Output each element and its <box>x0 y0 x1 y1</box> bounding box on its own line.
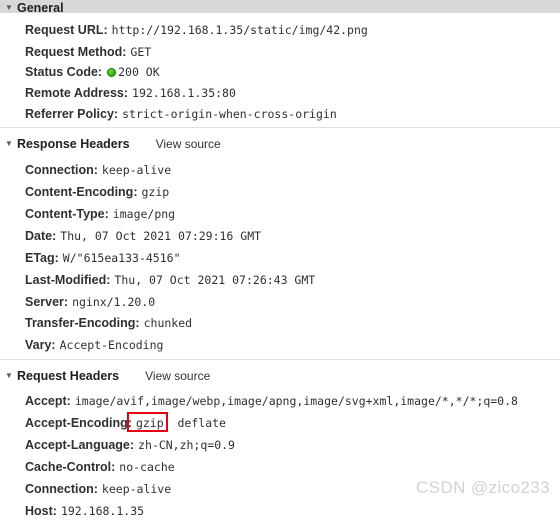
header-value: image/png <box>112 207 176 221</box>
header-row-status-code[interactable]: Status Code: 200 OK <box>25 62 160 82</box>
header-key: Transfer-Encoding: <box>25 316 140 330</box>
header-value: 192.168.1.35:80 <box>132 86 236 100</box>
header-key: Status Code: <box>25 65 103 79</box>
section-title-response-headers: Response Headers <box>17 137 130 151</box>
header-key: Content-Type: <box>25 207 109 221</box>
header-value: keep-alive <box>101 482 172 496</box>
section-title-request-headers: Request Headers <box>17 369 120 383</box>
chevron-down-icon[interactable]: ▼ <box>5 366 16 386</box>
header-value: image/avif,image/webp,image/apng,image/s… <box>74 394 518 408</box>
header-value: gzip <box>141 185 170 199</box>
header-key: Accept-Language: <box>25 438 135 452</box>
header-row-connection-response[interactable]: Connection: keep-alive <box>25 160 171 180</box>
devtools-tab-strip <box>0 0 560 13</box>
header-row-last-modified[interactable]: Last-Modified: Thu, 07 Oct 2021 07:26:43 … <box>25 270 315 290</box>
header-value: strict-origin-when-cross-origin <box>122 107 337 121</box>
header-key: Referrer Policy: <box>25 107 119 121</box>
header-key: Accept: <box>25 394 71 408</box>
header-key: Host: <box>25 504 57 518</box>
section-divider <box>0 127 560 128</box>
header-row-etag[interactable]: ETag: W/"615ea133-4516" <box>25 248 181 268</box>
section-header-request-headers[interactable]: ▼ Request Headers View source <box>0 366 210 386</box>
header-value: Thu, 07 Oct 2021 07:29:16 GMT <box>60 229 262 243</box>
status-ok-dot-icon <box>107 68 117 77</box>
header-value: 192.168.1.35 <box>60 504 145 518</box>
header-key: Request URL: <box>25 23 108 37</box>
section-header-response-headers[interactable]: ▼ Response Headers View source <box>0 134 221 154</box>
header-key: Connection: <box>25 482 98 496</box>
header-key: Content-Encoding: <box>25 185 138 199</box>
header-value: GET <box>130 45 152 59</box>
header-value: Accept-Encoding <box>59 338 164 352</box>
header-value: chunked <box>143 316 193 330</box>
header-row-host[interactable]: Host: 192.168.1.35 <box>25 501 144 521</box>
header-row-request-method[interactable]: Request Method: GET <box>25 42 151 62</box>
header-row-connection-request[interactable]: Connection: keep-alive <box>25 479 171 499</box>
header-value: W/"615ea133-4516" <box>62 251 181 265</box>
header-value: Thu, 07 Oct 2021 07:26:43 GMT <box>114 273 316 287</box>
section-divider <box>0 359 560 360</box>
section-title-general: General <box>17 1 64 15</box>
header-row-date[interactable]: Date: Thu, 07 Oct 2021 07:29:16 GMT <box>25 226 261 246</box>
header-row-accept-encoding[interactable]: Accept-Encoding: gzip, deflate <box>25 413 226 433</box>
header-value: http://192.168.1.35/static/img/42.png <box>111 23 368 37</box>
header-key: Last-Modified: <box>25 273 111 287</box>
header-key: Vary: <box>25 338 56 352</box>
header-key: Accept-Encoding: <box>25 416 132 430</box>
header-row-transfer-encoding[interactable]: Transfer-Encoding: chunked <box>25 313 192 333</box>
header-row-content-type[interactable]: Content-Type: image/png <box>25 204 175 224</box>
header-key: Request Method: <box>25 45 127 59</box>
header-key: Remote Address: <box>25 86 129 100</box>
header-row-accept[interactable]: Accept: image/avif,image/webp,image/apng,… <box>25 391 518 411</box>
header-row-request-url[interactable]: Request URL: http://192.168.1.35/static/i… <box>25 20 368 40</box>
header-value: zh-CN,zh;q=0.9 <box>138 438 235 452</box>
header-row-remote-address[interactable]: Remote Address: 192.168.1.35:80 <box>25 83 236 103</box>
header-row-cache-control[interactable]: Cache-Control: no-cache <box>25 457 175 477</box>
header-value: keep-alive <box>101 163 172 177</box>
header-value: gzip, deflate <box>135 416 226 430</box>
csdn-watermark: CSDN @zico233 <box>416 478 550 497</box>
header-value: 200 OK <box>118 65 160 79</box>
view-source-link-request[interactable]: View source <box>145 366 210 386</box>
section-header-general[interactable]: ▼ General <box>0 0 64 18</box>
network-headers-panel[interactable]: ▼ General Request URL: http://192.168.1.35… <box>0 0 560 518</box>
chevron-down-icon[interactable]: ▼ <box>5 134 16 154</box>
header-row-vary[interactable]: Vary: Accept-Encoding <box>25 335 163 355</box>
header-value: nginx/1.20.0 <box>72 295 156 309</box>
header-row-server[interactable]: Server: nginx/1.20.0 <box>25 292 155 312</box>
header-row-referrer-policy[interactable]: Referrer Policy: strict-origin-when-cross… <box>25 104 337 124</box>
header-key: ETag: <box>25 251 59 265</box>
header-key: Date: <box>25 229 57 243</box>
header-row-content-encoding[interactable]: Content-Encoding: gzip <box>25 182 169 202</box>
header-value: no-cache <box>119 460 175 474</box>
header-key: Server: <box>25 295 69 309</box>
view-source-link-response[interactable]: View source <box>156 134 221 154</box>
header-key: Connection: <box>25 163 98 177</box>
chevron-down-icon[interactable]: ▼ <box>5 0 16 18</box>
header-key: Cache-Control: <box>25 460 116 474</box>
header-row-accept-language[interactable]: Accept-Language: zh-CN,zh;q=0.9 <box>25 435 235 455</box>
